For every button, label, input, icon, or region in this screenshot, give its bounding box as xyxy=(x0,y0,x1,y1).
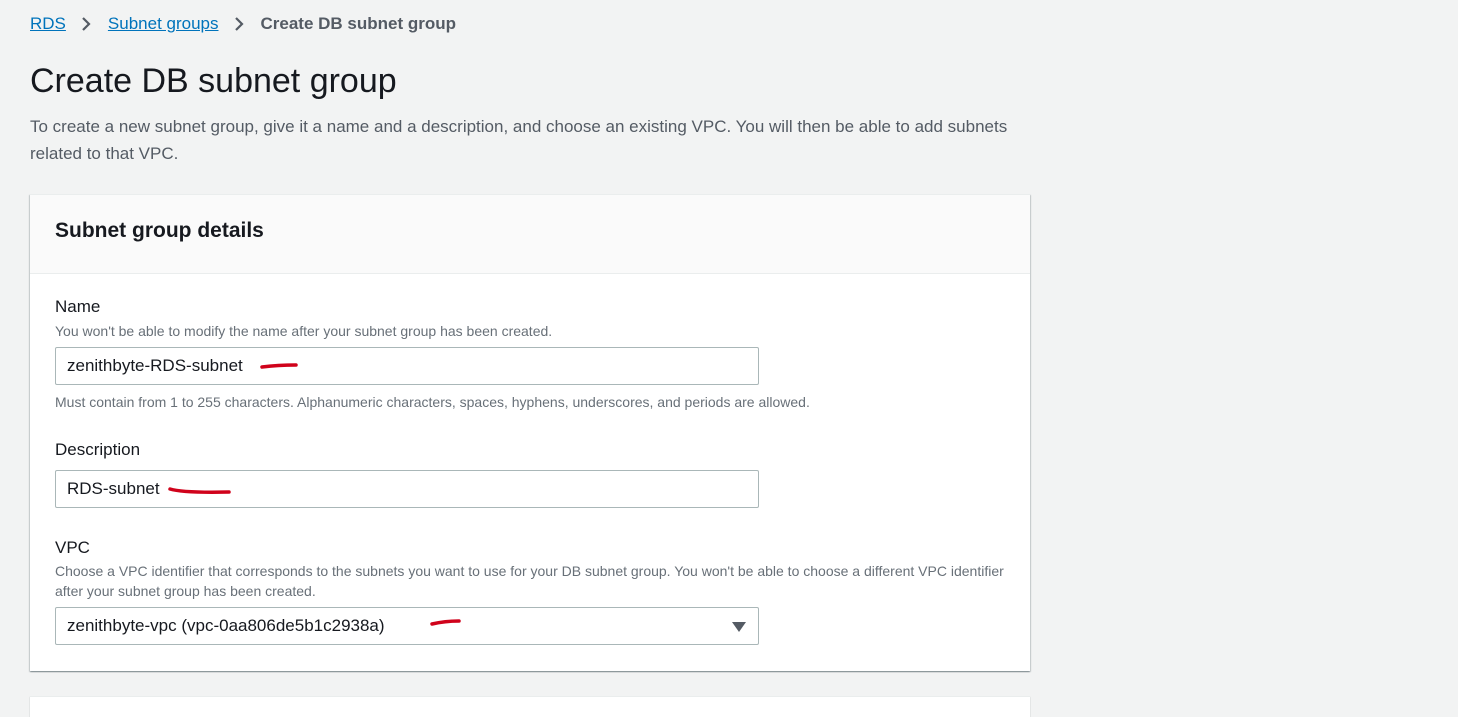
vpc-select[interactable]: zenithbyte-vpc (vpc-0aa806de5b1c2938a) xyxy=(55,607,759,645)
breadcrumb-subnet-groups-link[interactable]: Subnet groups xyxy=(108,14,219,34)
vpc-select-value: zenithbyte-vpc (vpc-0aa806de5b1c2938a) xyxy=(67,616,385,635)
description-input[interactable]: RDS-subnet xyxy=(55,470,759,508)
description-label: Description xyxy=(55,440,141,459)
name-constraint-text: Must contain from 1 to 255 characters. A… xyxy=(55,394,810,410)
caret-down-icon xyxy=(732,622,746,632)
breadcrumb-rds-link[interactable]: RDS xyxy=(30,14,66,34)
name-input[interactable]: zenithbyte-RDS-subnet xyxy=(55,347,759,385)
vpc-hint: Choose a VPC identifier that corresponds… xyxy=(55,563,1004,599)
annotation-underline xyxy=(168,487,231,494)
page-description: To create a new subnet group, give it a … xyxy=(30,117,1008,163)
chevron-right-icon xyxy=(233,12,247,36)
page-title: Create DB subnet group xyxy=(30,62,397,100)
panel-header: Subnet group details xyxy=(30,195,1030,274)
subnet-group-details-panel: Subnet group details Name You won't be a… xyxy=(30,194,1030,671)
name-input-value: zenithbyte-RDS-subnet xyxy=(67,356,243,375)
breadcrumb-current: Create DB subnet group xyxy=(260,14,457,33)
next-panel xyxy=(30,696,1030,717)
name-hint: You won't be able to modify the name aft… xyxy=(55,323,553,339)
annotation-underline xyxy=(430,619,461,626)
description-input-value: RDS-subnet xyxy=(67,479,160,498)
name-label: Name xyxy=(55,297,101,316)
annotation-underline xyxy=(260,363,298,369)
vpc-label: VPC xyxy=(55,538,90,557)
chevron-right-icon xyxy=(80,12,94,36)
panel-title: Subnet group details xyxy=(55,219,264,242)
breadcrumb: RDS Subnet groups Create DB subnet group xyxy=(30,12,456,36)
